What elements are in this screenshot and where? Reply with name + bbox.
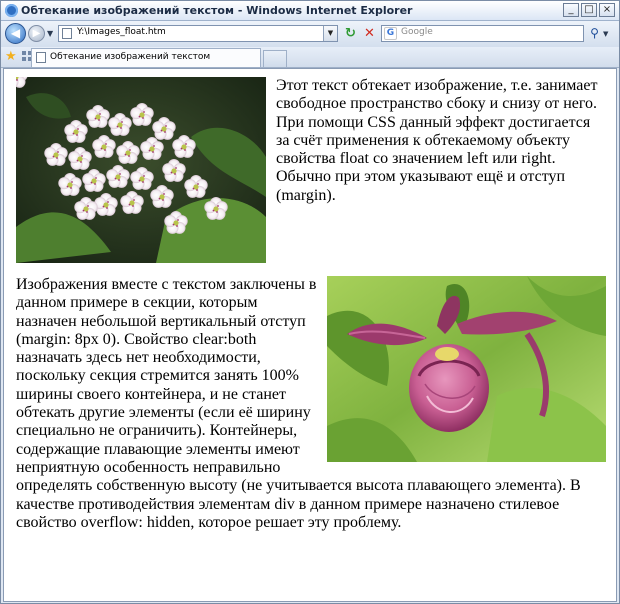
page-body: Этот текст обтекает изображение, т.е. за… [16, 77, 606, 532]
browser-window: Обтекание изображений текстом - Windows … [0, 0, 620, 604]
page-viewport[interactable]: Этот текст обтекает изображение, т.е. за… [3, 68, 617, 602]
new-tab-button[interactable] [263, 50, 287, 67]
address-bar[interactable]: Y:\Images_float.htm ▼ [58, 25, 338, 42]
search-input[interactable]: Google [401, 27, 433, 37]
maximize-button[interactable]: □ [581, 3, 597, 17]
close-button[interactable]: × [599, 3, 615, 17]
stop-icon[interactable]: ✕ [362, 26, 377, 41]
section-right-float: Изображения вместе с текстом заключены в… [16, 276, 606, 532]
tab-label: Обтекание изображений текстом [50, 52, 211, 62]
search-box[interactable]: G Google [381, 25, 584, 42]
back-arrow-icon[interactable]: ◀ [5, 23, 26, 44]
window-title: Обтекание изображений текстом - Windows … [21, 4, 413, 17]
address-input[interactable]: Y:\Images_float.htm [77, 27, 166, 37]
forward-arrow-icon[interactable]: ▶ [28, 25, 45, 42]
internet-explorer-icon [5, 4, 18, 17]
page-icon [62, 28, 72, 39]
navigation-bar: ◀ ▶ ▼ Y:\Images_float.htm ▼ ↻ ✕ G Google… [1, 21, 619, 47]
address-dropdown-icon[interactable]: ▼ [323, 26, 337, 41]
history-dropdown-icon[interactable]: ▼ [47, 29, 53, 38]
minimize-button[interactable]: _ [563, 3, 579, 17]
tab-bar: ★ Обтекание изображений текстом [1, 47, 619, 68]
hawthorn-flowers-image [16, 77, 266, 263]
refresh-icon[interactable]: ↻ [343, 26, 358, 41]
search-magnifier-icon[interactable]: ⚲ [587, 26, 602, 41]
google-logo-icon: G [384, 27, 397, 40]
favorites-star-icon[interactable]: ★ [5, 49, 17, 64]
title-bar[interactable]: Обтекание изображений текстом - Windows … [1, 1, 619, 21]
section-left-float: Этот текст обтекает изображение, т.е. за… [16, 77, 606, 268]
search-options-dropdown-icon[interactable]: ▼ [603, 30, 608, 38]
tab-page-icon [36, 52, 46, 63]
orchid-flower-image [327, 276, 606, 462]
tab-images-float[interactable]: Обтекание изображений текстом [31, 48, 261, 67]
